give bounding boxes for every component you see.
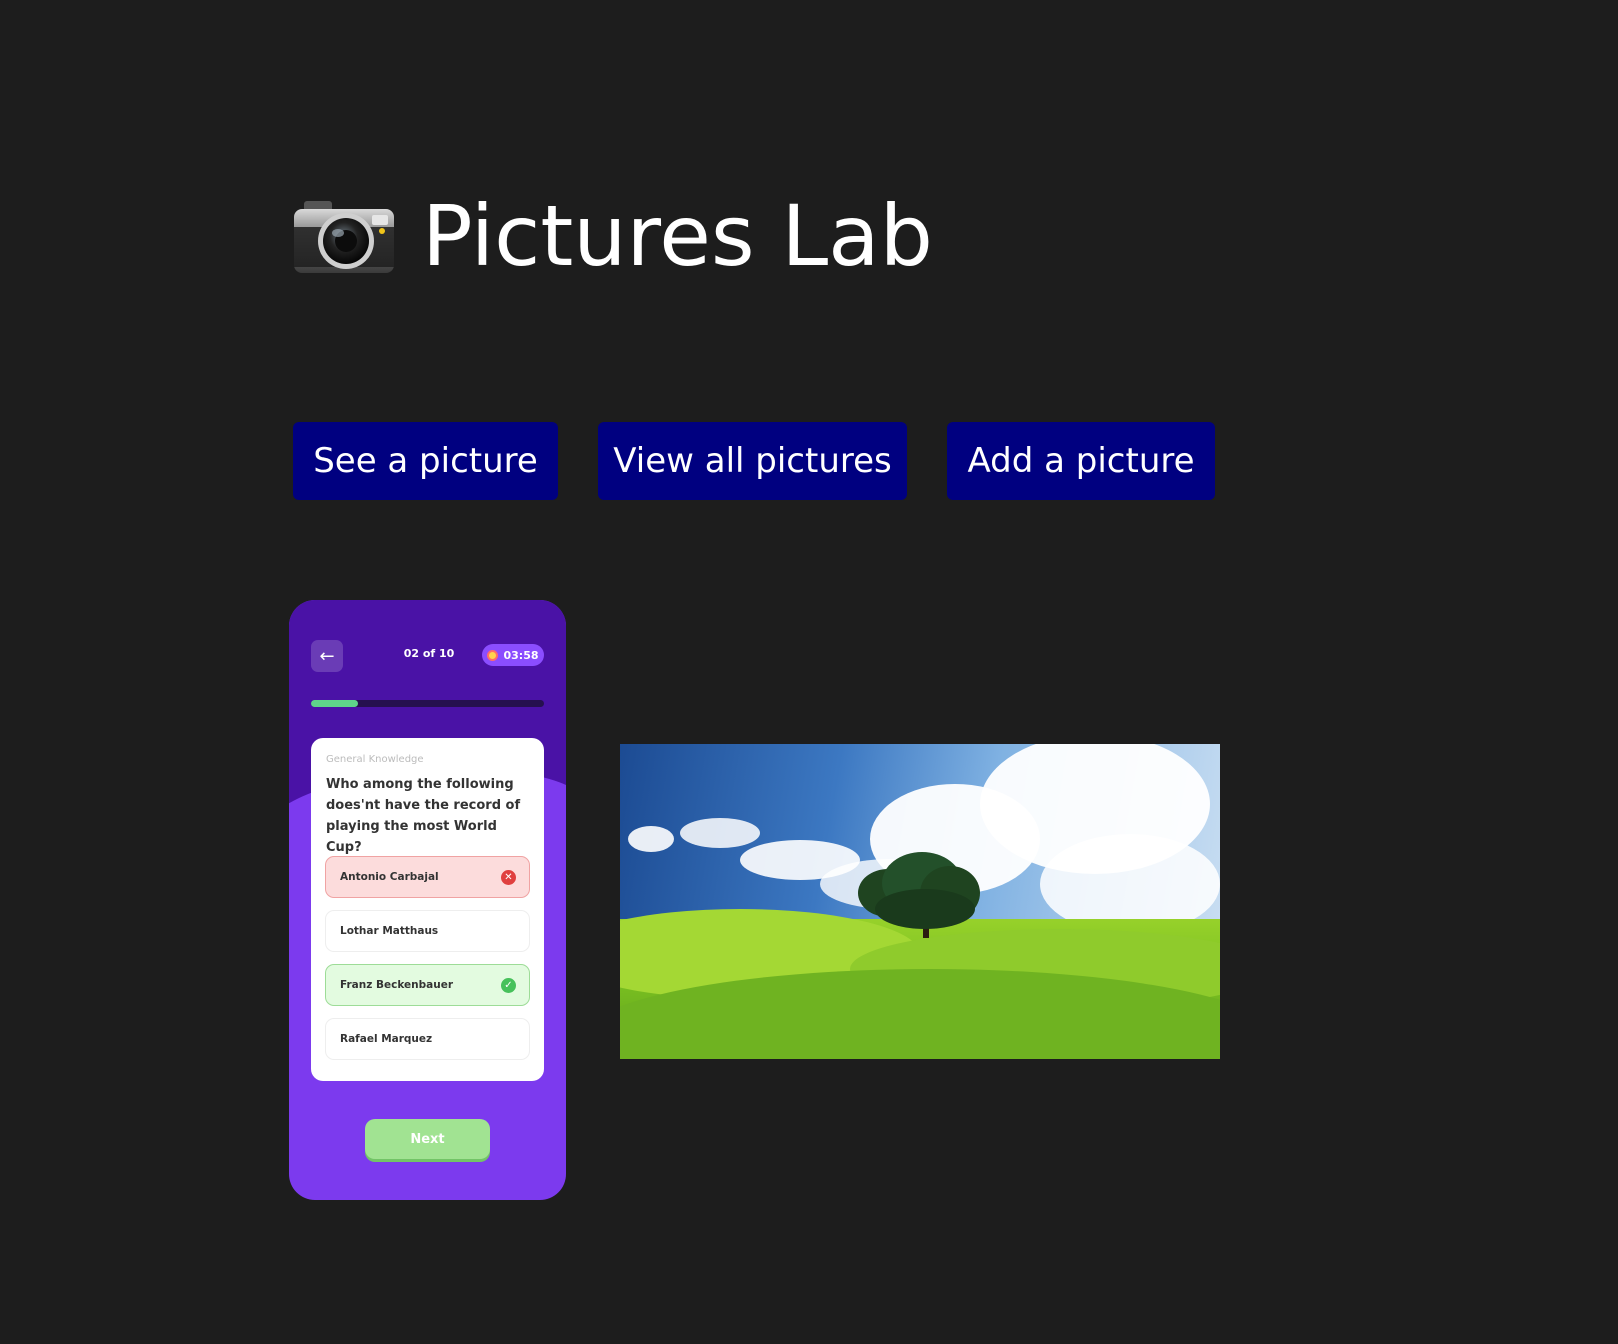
answer-option-label: Franz Beckenbauer — [340, 979, 454, 991]
timer-text: 03:58 — [503, 648, 539, 662]
wrong-icon: ✕ — [501, 870, 516, 885]
camera-icon — [292, 197, 396, 275]
page-header: Pictures Lab — [292, 186, 933, 286]
see-picture-button[interactable]: See a picture — [293, 422, 558, 500]
cloud — [680, 818, 760, 848]
clock-icon — [487, 649, 499, 661]
quiz-progress-fill — [311, 700, 358, 707]
add-picture-button[interactable]: Add a picture — [947, 422, 1215, 500]
answer-option-label: Antonio Carbajal — [340, 871, 439, 883]
cloud — [628, 826, 674, 852]
answer-option: Franz Beckenbauer ✓ — [325, 964, 530, 1006]
question-category: General Knowledge — [326, 754, 424, 765]
tree-canopy — [875, 889, 975, 929]
check-icon: ✓ — [501, 978, 516, 993]
answer-option: Antonio Carbajal ✕ — [325, 856, 530, 898]
answer-option-label: Rafael Marquez — [340, 1033, 433, 1045]
back-arrow-icon: ← — [311, 640, 343, 672]
page: Pictures Lab See a picture View all pict… — [0, 0, 1618, 1344]
quiz-progress-bar — [311, 700, 544, 707]
answer-option: Lothar Matthaus — [325, 910, 530, 952]
question-text: Who among the following does'nt have the… — [326, 777, 521, 855]
timer-badge: 03:58 — [482, 644, 544, 666]
question-counter: 02 of 10 — [403, 647, 455, 660]
page-title: Pictures Lab — [422, 187, 933, 285]
answer-option-label: Lothar Matthaus — [340, 925, 439, 937]
question-panel: General Knowledge Who among the followin… — [311, 738, 544, 1081]
answer-option: Rafael Marquez — [325, 1018, 530, 1060]
gallery-image-quiz[interactable]: ← 02 of 10 03:58 General Knowledge Who a… — [289, 600, 566, 1200]
quiz-next-button: Next — [365, 1119, 490, 1159]
gallery-image-landscape[interactable] — [620, 744, 1220, 1059]
view-all-pictures-button[interactable]: View all pictures — [598, 422, 907, 500]
